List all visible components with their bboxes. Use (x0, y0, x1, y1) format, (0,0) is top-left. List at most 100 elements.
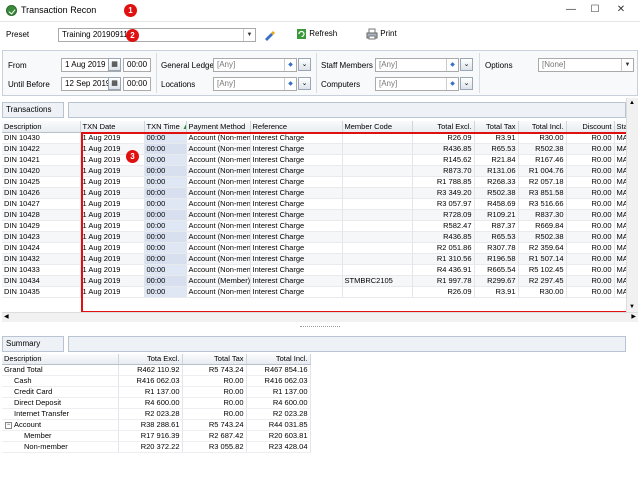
summary-description: Cash (2, 375, 119, 387)
eraser-icon[interactable]: ◆ (284, 78, 296, 90)
chevron-left-icon[interactable]: ◀ (4, 313, 9, 320)
summary-row[interactable]: Member R17 916.39 R2 687.42 R20 603.81 (2, 430, 311, 442)
table-cell: Interest Charge (250, 154, 343, 166)
table-cell: R665.54 (474, 264, 519, 276)
vertical-scrollbar[interactable]: ▲ ▼ (626, 98, 638, 312)
chevron-down-icon[interactable]: ⌄ (298, 58, 311, 71)
table-cell: MAST00 (614, 209, 626, 221)
table-cell: Account (Non-meml (186, 242, 251, 254)
column-header-total-tax[interactable]: Total Tax (474, 121, 519, 133)
table-row[interactable]: DIN 10434 1 Aug 2019 00:00 Account (Member)… (2, 275, 626, 287)
staff-members-select[interactable]: [Any] ◆ (375, 58, 459, 72)
table-row[interactable]: DIN 10424 1 Aug 2019 00:00 Account (Non-mem… (2, 242, 626, 254)
chevron-down-icon[interactable]: ⌄ (298, 77, 311, 90)
computers-select[interactable]: [Any] ◆ (375, 77, 459, 91)
table-row[interactable]: DIN 10433 1 Aug 2019 00:00 Account (Non-mem… (2, 264, 626, 276)
table-cell: R502.38 (518, 231, 567, 243)
column-header-total-excl[interactable]: Total Excl. (412, 121, 475, 133)
chevron-up-icon[interactable]: ▲ (629, 100, 635, 106)
summary-label: Non-member (24, 442, 68, 451)
column-header-member-code[interactable]: Member Code (342, 121, 413, 133)
from-time-input[interactable]: 00:00 (123, 58, 151, 72)
preset-select[interactable]: Training 20190911 ▼ (58, 28, 256, 42)
transactions-grid[interactable]: Description TXN Date TXN Time ▲ Payment … (2, 121, 626, 310)
table-row[interactable]: DIN 10425 1 Aug 2019 00:00 Account (Non-mem… (2, 176, 626, 188)
table-cell: R837.30 (518, 209, 567, 221)
table-row[interactable]: DIN 10430 1 Aug 2019 00:00 Account (Non-mem… (2, 132, 626, 144)
summary-column-total-tax[interactable]: Total Tax (182, 354, 247, 365)
column-header-reference[interactable]: Reference (250, 121, 343, 133)
table-cell (342, 187, 413, 199)
summary-row[interactable]: Credit Card R1 137.00 R0.00 R1 137.00 (2, 386, 311, 398)
calendar-icon[interactable]: ▦ (108, 58, 121, 71)
summary-column-description[interactable]: Description (2, 354, 119, 365)
table-row[interactable]: DIN 10423 1 Aug 2019 00:00 Account (Non-mem… (2, 231, 626, 243)
calendar-icon[interactable]: ▦ (108, 77, 121, 90)
table-cell: 00:00 (144, 165, 187, 177)
table-row[interactable]: DIN 10427 1 Aug 2019 00:00 Account (Non-mem… (2, 198, 626, 210)
eraser-icon[interactable]: ◆ (284, 59, 296, 71)
table-cell: 00:00 (144, 286, 187, 298)
eraser-icon[interactable]: ◆ (446, 59, 458, 71)
edit-preset-icon[interactable] (262, 28, 276, 42)
table-cell: R3 851.58 (518, 187, 567, 199)
maximize-button[interactable]: ☐ (588, 4, 602, 16)
table-cell: R458.69 (474, 198, 519, 210)
chevron-down-icon[interactable]: ⌄ (460, 58, 473, 71)
chevron-down-icon[interactable]: ▼ (629, 304, 635, 310)
summary-row[interactable]: Non-member R20 372.22 R3 055.82 R23 428.04 (2, 441, 311, 453)
table-cell: 00:00 (144, 176, 187, 188)
table-cell (342, 220, 413, 232)
minimize-button[interactable]: — (564, 4, 578, 16)
general-ledgers-select[interactable]: [Any] ◆ (213, 58, 297, 72)
summary-column-total-excl[interactable]: Tota Excl. (118, 354, 183, 365)
column-header-description[interactable]: Description (2, 121, 81, 133)
filter-panel: From 1 Aug 2019 ▦ 00:00 Until Before 12 … (2, 50, 638, 96)
print-button[interactable]: Print (366, 28, 397, 40)
summary-tab[interactable]: Summary (2, 336, 64, 352)
column-header-txn-date[interactable]: TXN Date (80, 121, 145, 133)
options-select[interactable]: [None] ▼ (538, 58, 634, 72)
table-cell: 1 Aug 2019 (80, 198, 145, 210)
table-cell: 00:00 (144, 187, 187, 199)
summary-row[interactable]: Direct Deposit R4 600.00 R0.00 R4 600.00 (2, 397, 311, 409)
column-header-total-incl[interactable]: Total Incl. (518, 121, 567, 133)
collapse-icon[interactable]: − (5, 421, 12, 429)
column-header-payment-method[interactable]: Payment Method (186, 121, 251, 133)
summary-row[interactable]: Cash R416 062.03 R0.00 R416 062.03 (2, 375, 311, 387)
table-row[interactable]: DIN 10429 1 Aug 2019 00:00 Account (Non-mem… (2, 220, 626, 232)
summary-column-total-incl[interactable]: Total Incl. (246, 354, 311, 365)
refresh-button[interactable]: Refresh (296, 28, 337, 40)
chevron-down-icon[interactable]: ⌄ (460, 77, 473, 90)
table-cell: Account (Non-meml (186, 264, 251, 276)
summary-row[interactable]: Internet Transfer R2 023.28 R0.00 R2 023.28 (2, 408, 311, 420)
summary-row[interactable]: − Account R38 288.61 R5 743.24 R44 031.85 (2, 419, 311, 431)
summary-grid[interactable]: Description Tota Excl. Total Tax Total I… (2, 354, 311, 453)
until-time-input[interactable]: 00:00 (123, 77, 151, 91)
table-cell: R1 788.85 (412, 176, 475, 188)
table-cell: MAST00 (614, 176, 626, 188)
table-row[interactable]: DIN 10432 1 Aug 2019 00:00 Account (Non-mem… (2, 253, 626, 265)
table-row[interactable]: DIN 10422 1 Aug 2019 00:00 Account (Non-mem… (2, 143, 626, 155)
close-button[interactable]: ✕ (614, 4, 628, 16)
column-header-discount[interactable]: Discount (566, 121, 615, 133)
table-row[interactable]: DIN 10428 1 Aug 2019 00:00 Account (Non-mem… (2, 209, 626, 221)
table-row[interactable]: DIN 10421 1 Aug 2019 00:00 Account (Non-mem… (2, 154, 626, 166)
locations-select[interactable]: [Any] ◆ (213, 77, 297, 91)
table-row[interactable]: DIN 10420 1 Aug 2019 00:00 Account (Non-mem… (2, 165, 626, 177)
column-header-staff-member[interactable]: Staff Me (614, 121, 626, 133)
transactions-tab[interactable]: Transactions (2, 102, 64, 118)
summary-row[interactable]: Grand Total R462 110.92 R5 743.24 R467 854.… (2, 364, 311, 376)
table-row[interactable]: DIN 10435 1 Aug 2019 00:00 Account (Non-mem… (2, 286, 626, 298)
table-cell: R3.91 (474, 132, 519, 144)
column-header-txn-time[interactable]: TXN Time ▲ (144, 121, 187, 133)
table-cell: 00:00 (144, 143, 187, 155)
table-cell: MAST00 (614, 187, 626, 199)
table-cell: R3.91 (474, 286, 519, 298)
horizontal-scrollbar[interactable]: ◀ ▶ (2, 312, 638, 322)
chevron-right-icon[interactable]: ▶ (631, 313, 636, 320)
table-row[interactable]: DIN 10426 1 Aug 2019 00:00 Account (Non-mem… (2, 187, 626, 199)
summary-value: R44 031.85 (246, 419, 311, 431)
panel-splitter[interactable] (2, 322, 638, 332)
eraser-icon[interactable]: ◆ (446, 78, 458, 90)
